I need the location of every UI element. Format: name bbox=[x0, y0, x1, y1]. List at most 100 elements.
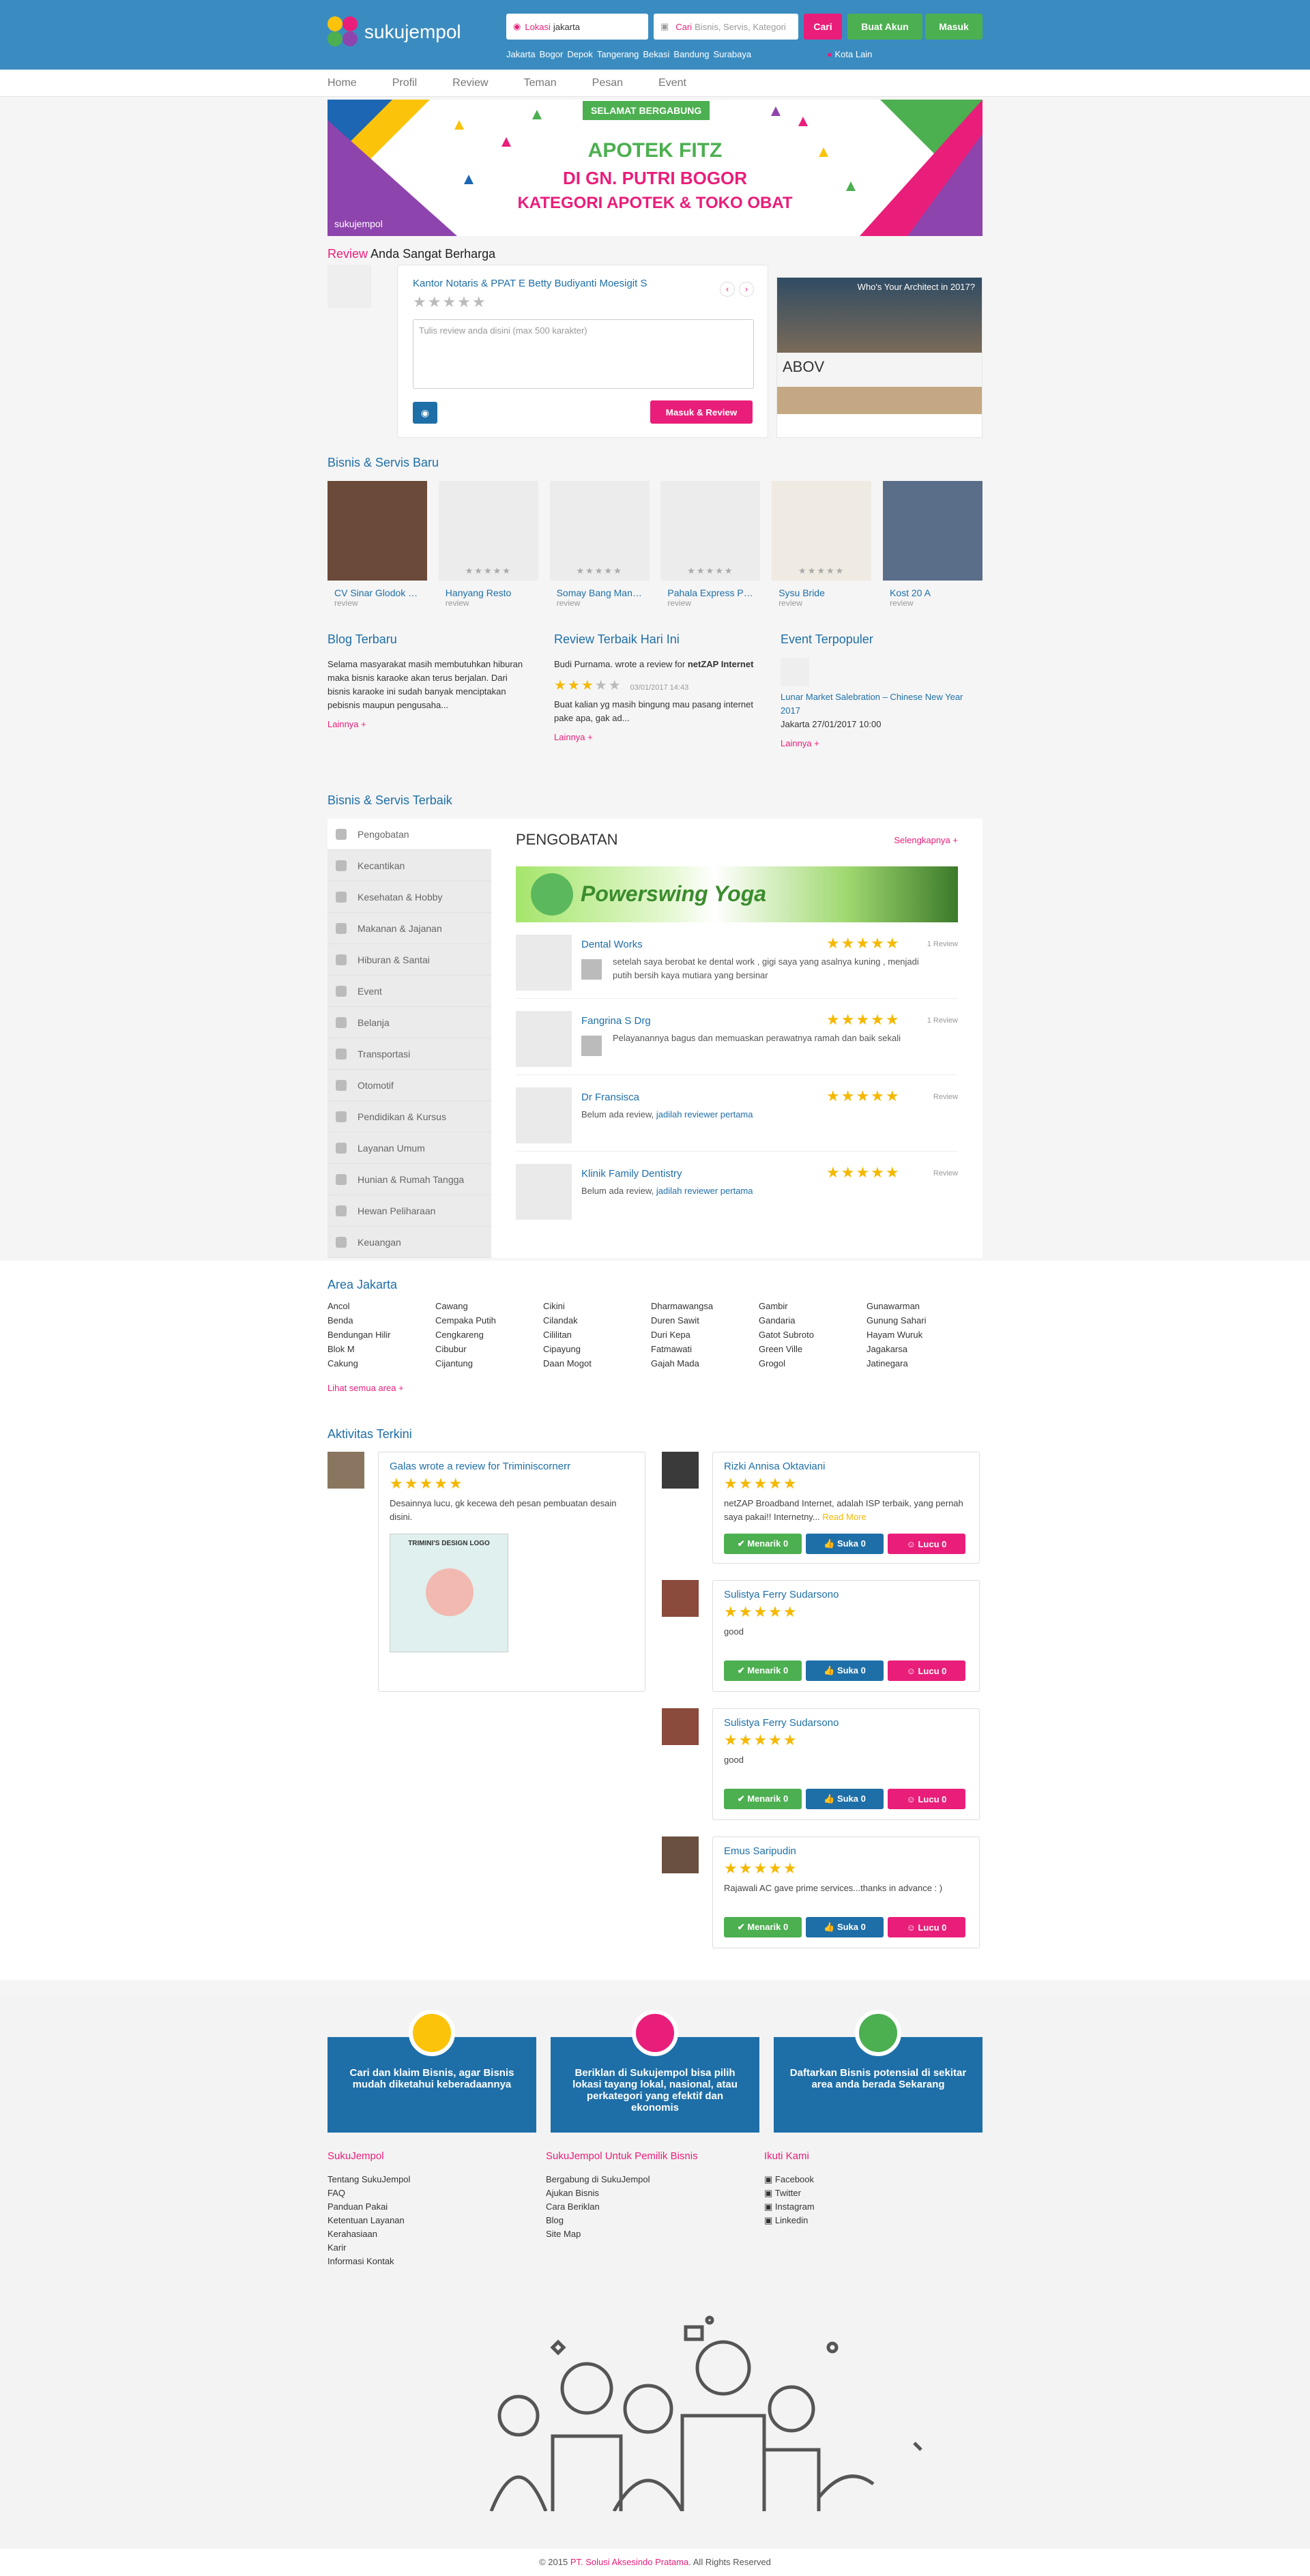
camera-icon[interactable]: ◉ bbox=[413, 402, 437, 424]
business-card[interactable]: ★★★★★ Somay Bang Mand... review bbox=[549, 481, 650, 608]
promo-ad[interactable]: Powerswing Yoga bbox=[516, 866, 958, 922]
category-item[interactable]: Hunian & Rumah Tangga bbox=[328, 1164, 491, 1195]
area-link[interactable]: Gunawarman bbox=[867, 1299, 974, 1313]
instagram-link[interactable]: ▣ Instagram bbox=[764, 2200, 982, 2214]
footer-link[interactable]: Tentang SukuJempol bbox=[328, 2173, 546, 2186]
linkedin-link[interactable]: ▣ Linkedin bbox=[764, 2214, 982, 2227]
logo[interactable]: sukujempol bbox=[328, 16, 461, 48]
nav-profil[interactable]: Profil bbox=[392, 70, 417, 97]
suka-button[interactable]: 👍 Suka 0 bbox=[806, 1534, 884, 1554]
review-count[interactable]: 1 Review bbox=[927, 940, 958, 948]
area-link[interactable]: Cibubur bbox=[435, 1342, 543, 1356]
business-card[interactable]: ★★★★★ Sysu Bride review bbox=[772, 481, 872, 608]
area-link[interactable]: Gatot Subroto bbox=[759, 1328, 867, 1342]
category-item[interactable]: Keuangan bbox=[328, 1227, 491, 1258]
suka-button[interactable]: 👍 Suka 0 bbox=[806, 1917, 884, 1937]
area-link[interactable]: Cijantung bbox=[435, 1356, 543, 1371]
area-link[interactable]: Grogol bbox=[759, 1356, 867, 1371]
area-link[interactable]: Cakung bbox=[328, 1356, 435, 1371]
area-link[interactable]: Hayam Wuruk bbox=[867, 1328, 974, 1342]
menarik-button[interactable]: ✔ Menarik 0 bbox=[724, 1917, 802, 1937]
category-item[interactable]: Kesehatan & Hobby bbox=[328, 881, 491, 913]
suka-button[interactable]: 👍 Suka 0 bbox=[806, 1789, 884, 1809]
footer-link[interactable]: Karir bbox=[328, 2241, 546, 2255]
search-button[interactable]: Cari bbox=[804, 14, 842, 40]
lucu-button[interactable]: ☺ Lucu 0 bbox=[888, 1789, 965, 1809]
login-review-button[interactable]: Masuk & Review bbox=[650, 400, 753, 424]
ad-banner[interactable]: Who's Your Architect in 2017? ABOV bbox=[776, 277, 982, 438]
claim-business-tile[interactable]: Cari dan klaim Bisnis, agar Bisnis mudah… bbox=[328, 2010, 536, 2133]
nav-teman[interactable]: Teman bbox=[524, 70, 557, 97]
city-link[interactable]: Depok bbox=[567, 49, 593, 59]
business-entry[interactable]: Dr Fransisca ★★★★★ Review Belum ada revi… bbox=[516, 1075, 958, 1152]
next-button[interactable]: › bbox=[739, 282, 754, 297]
area-link[interactable]: Cengkareng bbox=[435, 1328, 543, 1342]
footer-link[interactable]: Informasi Kontak bbox=[328, 2255, 546, 2268]
business-name[interactable]: Dental Works bbox=[581, 939, 643, 950]
business-card[interactable]: ★★★★★ Hanyang Resto review bbox=[438, 481, 538, 608]
other-city-link[interactable]: ● Kota Lain bbox=[827, 49, 872, 59]
location-input[interactable]: ◉ Lokasi jakarta bbox=[506, 14, 648, 40]
area-link[interactable]: Cempaka Putih bbox=[435, 1313, 543, 1328]
business-entry[interactable]: Klinik Family Dentistry ★★★★★ Review Bel… bbox=[516, 1152, 958, 1228]
category-item[interactable]: Otomotif bbox=[328, 1070, 491, 1101]
category-item[interactable]: Pendidikan & Kursus bbox=[328, 1101, 491, 1132]
menarik-button[interactable]: ✔ Menarik 0 bbox=[724, 1789, 802, 1809]
activity-title[interactable]: Sulistya Ferry Sudarsono bbox=[724, 1589, 968, 1600]
area-link[interactable]: Gandaria bbox=[759, 1313, 867, 1328]
footer-link[interactable]: Panduan Pakai bbox=[328, 2200, 546, 2214]
lucu-button[interactable]: ☺ Lucu 0 bbox=[888, 1917, 965, 1937]
area-link[interactable]: Duren Sawit bbox=[651, 1313, 759, 1328]
area-link[interactable]: Green Ville bbox=[759, 1342, 867, 1356]
lucu-button[interactable]: ☺ Lucu 0 bbox=[888, 1660, 965, 1681]
area-link[interactable]: Cipayung bbox=[543, 1342, 651, 1356]
lucu-button[interactable]: ☺ Lucu 0 bbox=[888, 1534, 965, 1554]
nav-pesan[interactable]: Pesan bbox=[592, 70, 623, 97]
category-item[interactable]: Event bbox=[328, 976, 491, 1007]
category-item[interactable]: Belanja bbox=[328, 1007, 491, 1038]
category-item[interactable]: Pengobatan bbox=[328, 819, 491, 850]
area-link[interactable]: Bendungan Hilir bbox=[328, 1328, 435, 1342]
footer-link[interactable]: Site Map bbox=[546, 2227, 764, 2241]
footer-link[interactable]: Ketentuan Layanan bbox=[328, 2214, 546, 2227]
rating-input[interactable]: ★★★★★ bbox=[413, 293, 753, 311]
nav-home[interactable]: Home bbox=[328, 70, 357, 97]
city-link[interactable]: Tangerang bbox=[597, 49, 639, 59]
avatar[interactable] bbox=[662, 1580, 699, 1617]
review-business-name[interactable]: Kantor Notaris & PPAT E Betty Budiyanti … bbox=[413, 278, 753, 289]
promo-banner[interactable]: SELAMAT BERGABUNG APOTEK FITZ DI GN. PUT… bbox=[328, 100, 982, 236]
category-item[interactable]: Layanan Umum bbox=[328, 1132, 491, 1164]
event-more-link[interactable]: Lainnya + bbox=[781, 738, 982, 748]
area-link[interactable]: Fatmawati bbox=[651, 1342, 759, 1356]
review-count[interactable]: Review bbox=[933, 1093, 958, 1101]
login-button[interactable]: Masuk bbox=[925, 14, 982, 40]
area-link[interactable]: Daan Mogot bbox=[543, 1356, 651, 1371]
area-link[interactable]: Cikini bbox=[543, 1299, 651, 1313]
category-item[interactable]: Transportasi bbox=[328, 1038, 491, 1070]
company-link[interactable]: PT. Solusi Aksesindo Pratama bbox=[570, 2557, 688, 2567]
menarik-button[interactable]: ✔ Menarik 0 bbox=[724, 1534, 802, 1554]
facebook-link[interactable]: ▣ Facebook bbox=[764, 2173, 982, 2186]
footer-link[interactable]: Cara Beriklan bbox=[546, 2200, 764, 2214]
avatar[interactable] bbox=[662, 1708, 699, 1745]
activity-title[interactable]: Galas wrote a review for Triminiscornerr bbox=[390, 1461, 634, 1472]
business-entry[interactable]: Fangrina S Drg ★★★★★ 1 Review Pelayanann… bbox=[516, 999, 958, 1075]
first-reviewer-link[interactable]: jadilah reviewer pertama bbox=[656, 1186, 753, 1196]
blog-more-link[interactable]: Lainnya + bbox=[328, 719, 529, 729]
area-link[interactable]: Gambir bbox=[759, 1299, 867, 1313]
register-business-tile[interactable]: Daftarkan Bisnis potensial di sekitar ar… bbox=[774, 2010, 982, 2133]
area-link[interactable]: Ancol bbox=[328, 1299, 435, 1313]
search-input[interactable]: ▣ Cari Bisnis, Servis, Kategori bbox=[654, 14, 798, 40]
category-item[interactable]: Makanan & Jajanan bbox=[328, 913, 491, 944]
footer-link[interactable]: FAQ bbox=[328, 2186, 546, 2200]
business-name[interactable]: Fangrina S Drg bbox=[581, 1015, 651, 1027]
activity-title[interactable]: Sulistya Ferry Sudarsono bbox=[724, 1717, 968, 1729]
review-count[interactable]: Review bbox=[933, 1169, 958, 1177]
best-review-more-link[interactable]: Lainnya + bbox=[554, 732, 756, 742]
all-areas-link[interactable]: Lihat semua area + bbox=[328, 1383, 982, 1393]
register-button[interactable]: Buat Akun bbox=[847, 14, 922, 40]
see-more-link[interactable]: Selengkapnya + bbox=[894, 835, 958, 845]
business-card[interactable]: Kost 20 Areview bbox=[882, 481, 982, 608]
prev-button[interactable]: ‹ bbox=[720, 282, 735, 297]
business-card[interactable]: CV Sinar Glodok L... review bbox=[328, 481, 427, 608]
